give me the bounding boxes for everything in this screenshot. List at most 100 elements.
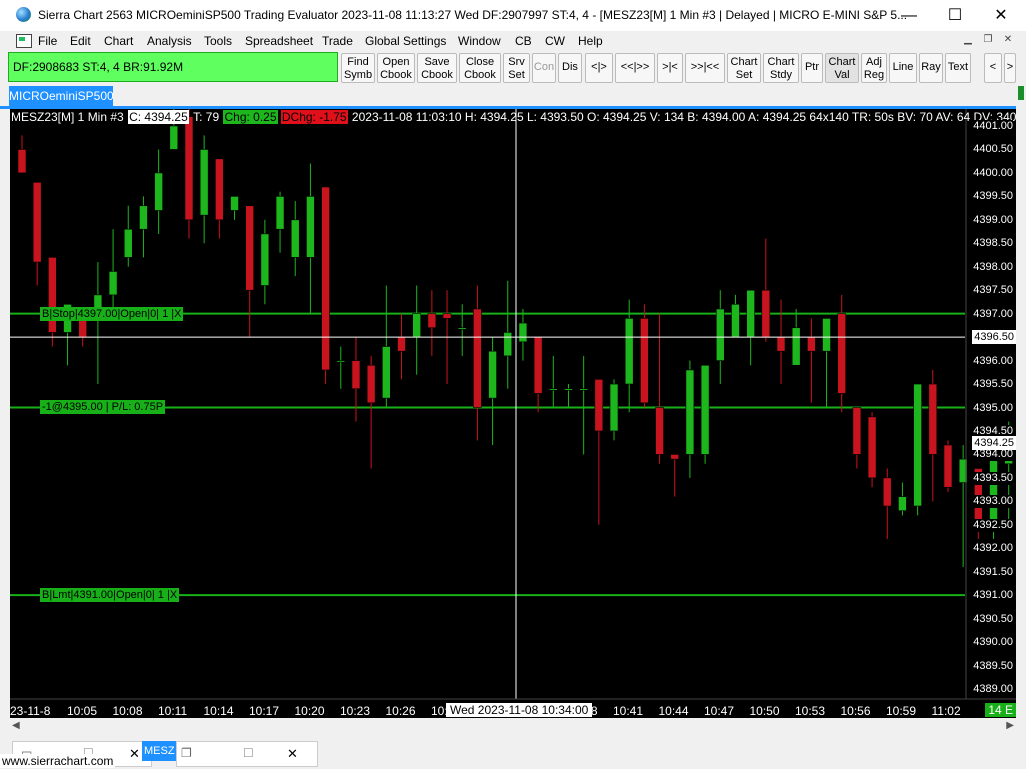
- candle-body: [184, 116, 194, 221]
- minimized-window-2[interactable]: ❐ ☐ ✕: [176, 741, 318, 767]
- open-chartbook-button[interactable]: Open Cbook: [377, 53, 415, 83]
- candle-body: [48, 257, 57, 333]
- toolbar-next-button[interactable]: >: [1004, 53, 1016, 83]
- chart-studies-button[interactable]: Chart Stdy: [763, 53, 799, 83]
- tab-microeminisp500[interactable]: MICROeminiSP500: [9, 86, 114, 106]
- menu-trade[interactable]: Trade: [322, 34, 353, 48]
- time-tick-label: 10:23: [340, 704, 371, 718]
- ray-tool-button[interactable]: Ray: [919, 53, 943, 83]
- corner-badge: 14 E: [985, 703, 1016, 717]
- time-tick-label: 10:14: [203, 704, 234, 718]
- time-tick-label: 10:59: [886, 704, 917, 718]
- connect-button[interactable]: Con: [532, 53, 556, 83]
- candle-body: [139, 205, 148, 230]
- menu-file[interactable]: File: [38, 34, 57, 48]
- price-tick-label: 4389.50: [973, 659, 1013, 673]
- last-price-label: 4394.25: [972, 436, 1016, 450]
- price-tick-label: 4390.00: [973, 636, 1013, 650]
- window-title: Sierra Chart 2563 MICROeminiSP500 Tradin…: [38, 8, 908, 22]
- menu-edit[interactable]: Edit: [70, 34, 91, 48]
- menu-analysis[interactable]: Analysis: [147, 34, 192, 48]
- menu-spreadsheet[interactable]: Spreadsheet: [245, 34, 313, 48]
- scroll-center-button[interactable]: <|>: [585, 53, 613, 83]
- scroll-compress-more-button[interactable]: >>|<<: [685, 53, 725, 83]
- minimized-chart-tab[interactable]: MESZ: [142, 741, 176, 761]
- mini-restore-2-icon[interactable]: ☐: [243, 746, 254, 760]
- time-tick-label: 10:20: [294, 704, 325, 718]
- price-tick-label: 4397.00: [973, 307, 1013, 321]
- buy-stop-order-label[interactable]: B|Stop|4397.00|Open|0| 1 |X: [40, 307, 184, 321]
- candle-body: [731, 303, 740, 338]
- scroll-expand-button[interactable]: <<|>>: [615, 53, 655, 83]
- menu-tools[interactable]: Tools: [204, 34, 232, 48]
- candle-body: [306, 196, 315, 258]
- candle-body: [533, 336, 543, 394]
- price-tick-label: 4401.00: [973, 120, 1013, 133]
- price-tick-label: 4389.00: [973, 683, 1013, 696]
- candle-body: [791, 327, 801, 366]
- save-chartbook-button[interactable]: Save Cbook: [417, 53, 457, 83]
- price-tick-label: 4398.00: [973, 260, 1013, 274]
- candle-body: [943, 444, 953, 488]
- mdi-restore-button[interactable]: ❐: [980, 33, 996, 47]
- adjust-region-button[interactable]: Adj Reg: [861, 53, 887, 83]
- find-symbol-button[interactable]: Find Symb: [341, 53, 375, 83]
- scroll-left-icon[interactable]: ◀: [12, 720, 20, 731]
- time-tick-label: 10:26: [385, 704, 416, 718]
- chart-window-icon[interactable]: [16, 34, 32, 48]
- menu-help[interactable]: Help: [578, 34, 603, 48]
- candle-body: [199, 149, 209, 216]
- mini-window-2-icon: ❐: [181, 746, 192, 760]
- toolbar-prev-button[interactable]: <: [984, 53, 1002, 83]
- candle-body: [624, 318, 634, 385]
- chart-values-tool-button[interactable]: Chart Val: [825, 53, 859, 83]
- scroll-right-icon[interactable]: ▶: [1006, 720, 1014, 731]
- disconnect-button[interactable]: Dis: [558, 53, 582, 83]
- menu-global-settings[interactable]: Global Settings: [365, 34, 446, 48]
- menu-chart[interactable]: Chart: [104, 34, 133, 48]
- close-button[interactable]: ✕: [978, 0, 1024, 31]
- server-settings-button[interactable]: Srv Set: [503, 53, 530, 83]
- price-chart[interactable]: MESZ23[M] 1 Min #3 C: 4394.25 T: 79 Chg:…: [10, 109, 1016, 718]
- mini-close-2-icon[interactable]: ✕: [287, 746, 298, 762]
- candle-body: [928, 383, 938, 455]
- price-tick-label: 4392.50: [973, 518, 1013, 532]
- candle-body: [807, 336, 816, 352]
- menu-cw[interactable]: CW: [545, 34, 565, 48]
- mini-close-icon[interactable]: ✕: [129, 746, 140, 762]
- line-tool-button[interactable]: Line: [889, 53, 917, 83]
- text-tool-button[interactable]: Text: [945, 53, 971, 83]
- menu-window[interactable]: Window: [458, 34, 501, 48]
- candle-body: [412, 313, 421, 338]
- time-tick-label: 10:11: [158, 704, 188, 718]
- maximize-button[interactable]: ☐: [932, 0, 978, 31]
- info-symbol: MESZ23[M] 1 Min #3: [11, 110, 124, 124]
- mdi-minimize-button[interactable]: ▁: [960, 33, 976, 47]
- side-indicator[interactable]: [1018, 86, 1024, 100]
- candle-body: [154, 172, 163, 211]
- pointer-tool-button[interactable]: Ptr: [801, 53, 823, 83]
- minimize-button[interactable]: —: [886, 0, 932, 31]
- scroll-compress-button[interactable]: >|<: [657, 53, 683, 83]
- chart-settings-button[interactable]: Chart Set: [727, 53, 761, 83]
- time-tick-label: 10:05: [67, 704, 98, 718]
- menu-cb[interactable]: CB: [515, 34, 532, 48]
- candle-body: [548, 388, 558, 391]
- price-tick-label: 4392.00: [973, 542, 1013, 556]
- candle-body: [822, 318, 831, 352]
- cursor-time-label: Wed 2023-11-08 10:34:00: [446, 703, 593, 717]
- time-tick-label: 11:02: [931, 704, 961, 718]
- position-pl-label[interactable]: -1@4395.00 | P/L: 0.75P: [40, 400, 166, 414]
- candle-body: [898, 496, 907, 512]
- time-tick-label: 10:47: [704, 704, 735, 718]
- buy-limit-order-label[interactable]: B|Lmt|4391.00|Open|0| 1 |X: [40, 588, 180, 602]
- mdi-close-button[interactable]: ✕: [1000, 33, 1016, 47]
- close-chartbook-button[interactable]: Close Cbook: [459, 53, 501, 83]
- horizontal-scrollbar[interactable]: ◀ ▶: [10, 718, 1016, 738]
- price-tick-label: 4397.50: [973, 284, 1013, 298]
- candle-body: [230, 196, 239, 211]
- price-tick-label: 4399.00: [973, 213, 1013, 227]
- candle-body: [715, 308, 725, 361]
- candle-body: [473, 308, 482, 408]
- candle-body: [78, 318, 88, 338]
